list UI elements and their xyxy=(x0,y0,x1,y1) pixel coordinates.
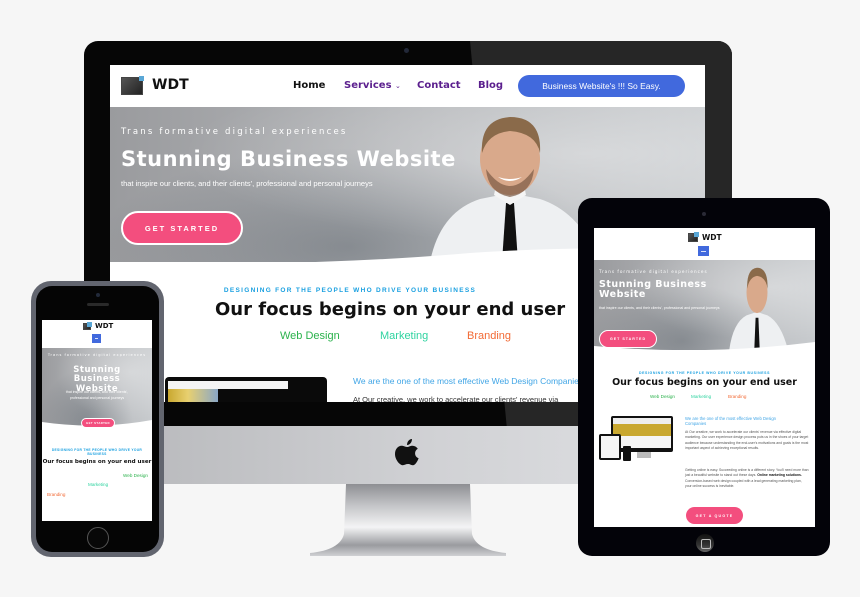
chevron-down-icon: ⌄ xyxy=(395,82,401,90)
brand-name[interactable]: WDT xyxy=(702,233,722,242)
about-title: We are the one of the most effective Web… xyxy=(353,376,584,386)
hamburger-menu-icon[interactable] xyxy=(92,334,101,343)
hero-kicker: Trans formative digital experiences xyxy=(47,353,147,357)
section-heading: Our focus begins on your end user xyxy=(612,377,797,388)
brand-name[interactable]: WDT xyxy=(152,77,189,93)
get-a-quote-button[interactable]: GET A QUOTE xyxy=(686,507,743,524)
nav-home[interactable]: Home xyxy=(293,80,325,91)
hero-person-image xyxy=(729,267,788,350)
tablet-camera-icon xyxy=(702,212,706,216)
imac-camera-icon xyxy=(404,48,409,53)
nav-services[interactable]: Services ⌄ xyxy=(344,80,401,91)
brand-name[interactable]: WDT xyxy=(95,322,113,330)
hero-kicker: Trans formative digital experiences xyxy=(599,269,708,274)
hero-subtitle: that inspire our clients, and their clie… xyxy=(121,179,373,188)
phone-camera-icon xyxy=(96,293,100,297)
section-kicker: DESIGNING FOR THE PEOPLE WHO DRIVE YOUR … xyxy=(223,287,477,294)
service-branding[interactable]: Branding xyxy=(467,330,511,342)
hero-title: Stunning Business Website xyxy=(121,147,456,171)
section-kicker: DESIGNING FOR THE PEOPLE WHO DRIVE YOUR … xyxy=(51,448,143,457)
get-started-button[interactable]: GET STARTED xyxy=(121,211,243,245)
desktop-nav-bar: WDT Home Services ⌄ Contact Blog Busines… xyxy=(110,65,705,107)
service-web-design[interactable]: Web Design xyxy=(650,394,675,399)
nav-contact[interactable]: Contact xyxy=(417,80,461,91)
phone-website-screen: WDT Trans formative digital experiences … xyxy=(42,320,152,521)
business-website-cta-button[interactable]: Business Website's !!! So Easy. xyxy=(518,75,685,97)
nav-services-label: Services xyxy=(344,80,392,91)
apple-logo-icon xyxy=(395,439,419,466)
service-marketing[interactable]: Marketing xyxy=(691,394,711,399)
service-marketing[interactable]: Marketing xyxy=(88,482,108,487)
tablet-home-button[interactable] xyxy=(696,534,714,552)
tablet-website-screen: WDT Trans formative digital experiences … xyxy=(594,228,815,527)
devices-preview-image xyxy=(599,416,675,462)
imac-stand xyxy=(310,484,506,556)
nav-blog[interactable]: Blog xyxy=(478,80,503,91)
tablet-hero: Trans formative digital experiences Stun… xyxy=(594,260,815,350)
service-marketing[interactable]: Marketing xyxy=(380,330,428,342)
hamburger-menu-icon[interactable] xyxy=(698,246,709,256)
wdt-logo-icon[interactable] xyxy=(83,322,92,330)
about-text: At Our creative, we work to accelerate o… xyxy=(353,395,559,402)
online-marketing-solutions: Online marketing solutions. xyxy=(757,473,802,478)
hero-subtitle: that inspire our clients, and their clie… xyxy=(599,306,720,310)
phone-speaker xyxy=(87,303,109,306)
phone-home-button[interactable] xyxy=(87,527,109,549)
service-branding[interactable]: Branding xyxy=(47,492,65,497)
hero-kicker: Trans formative digital experiences xyxy=(121,127,348,137)
hero-title: Stunning Business Website xyxy=(599,279,707,300)
about-paragraph-1: At Our creative, we work to accelerate o… xyxy=(685,430,809,450)
section-kicker: DESIGNING FOR THE PEOPLE WHO DRIVE YOUR … xyxy=(638,371,771,375)
about-title: We are the one of the most effective Web… xyxy=(685,416,777,427)
service-web-design[interactable]: Web Design xyxy=(280,330,340,342)
about-paragraph-2: Getting online is easy. Succeeding onlin… xyxy=(685,468,809,489)
service-branding[interactable]: Branding xyxy=(728,394,746,399)
paragraph2-end: Conversion-based web design coupled with… xyxy=(685,478,802,488)
wdt-logo-icon[interactable] xyxy=(121,76,144,95)
hero-subtitle: that inspire our clients, and their clie… xyxy=(65,390,129,400)
phone-hero: Trans formative digital experiences Stun… xyxy=(42,348,152,428)
section-heading: Our focus begins on your end user xyxy=(215,299,566,320)
section-heading: Our focus begins on your end user xyxy=(42,459,152,465)
get-started-button[interactable]: GET STARTED xyxy=(81,418,115,428)
hero-wave-divider xyxy=(594,342,815,356)
service-web-design[interactable]: Web Design xyxy=(123,473,148,478)
wdt-logo-icon[interactable] xyxy=(688,232,699,242)
devices-preview-image xyxy=(165,377,327,402)
